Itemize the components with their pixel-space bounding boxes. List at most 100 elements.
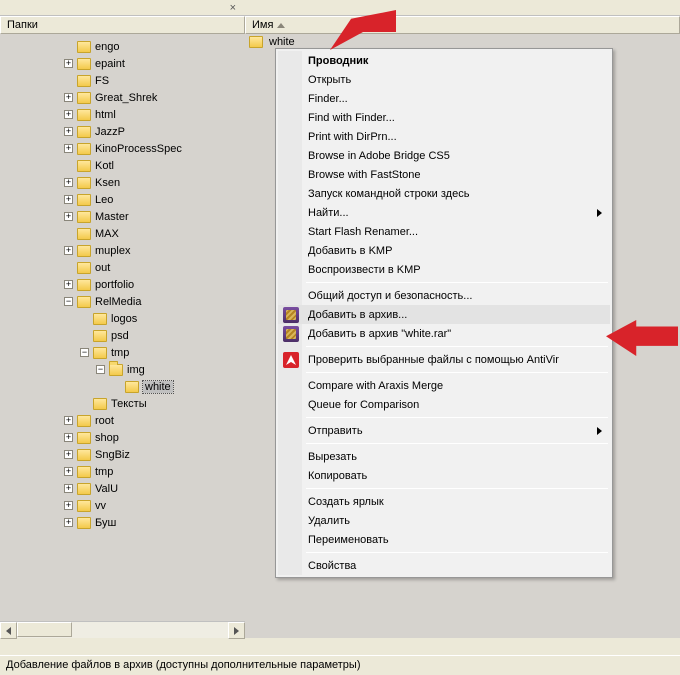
tree-item-engo[interactable]: engo bbox=[0, 38, 245, 55]
context-menu-item-найти[interactable]: Найти... bbox=[278, 203, 610, 222]
tree-item-root[interactable]: +root bbox=[0, 412, 245, 429]
context-menu-item-compare-with-araxis-merge[interactable]: Compare with Araxis Merge bbox=[278, 376, 610, 395]
tree-item-leo[interactable]: +Leo bbox=[0, 191, 245, 208]
context-menu-item-label: Копировать bbox=[308, 470, 367, 482]
tree-item-master[interactable]: +Master bbox=[0, 208, 245, 225]
scroll-left-button[interactable] bbox=[0, 622, 17, 639]
tree-item-label: Kotl bbox=[95, 160, 114, 172]
tree-item-psd[interactable]: psd bbox=[0, 327, 245, 344]
close-icon[interactable]: × bbox=[230, 2, 236, 14]
name-column-header[interactable]: Имя bbox=[245, 16, 680, 34]
tree-horizontal-scrollbar[interactable] bbox=[0, 621, 245, 638]
tree-item-relmedia[interactable]: −RelMedia bbox=[0, 293, 245, 310]
tree-item-sngbiz[interactable]: +SngBiz bbox=[0, 446, 245, 463]
tree-item-valu[interactable]: +ValU bbox=[0, 480, 245, 497]
tree-item-vv[interactable]: + vv bbox=[0, 497, 245, 514]
context-menu-item-добавить-в-архив[interactable]: Добавить в архив... bbox=[278, 305, 610, 324]
context-menu-item-print-with-dirprn[interactable]: Print with DirPrn... bbox=[278, 127, 610, 146]
folder-icon bbox=[77, 58, 91, 70]
tree-item-epaint[interactable]: + epaint bbox=[0, 55, 245, 72]
context-menu-item-label: Отправить bbox=[308, 425, 363, 437]
folder-icon bbox=[77, 279, 91, 291]
tree-item-label: MAX bbox=[95, 228, 119, 240]
context-menu-separator bbox=[306, 346, 608, 347]
context-menu-item-проводник[interactable]: Проводник bbox=[278, 51, 610, 70]
folder-icon bbox=[77, 262, 91, 274]
expand-icon[interactable]: + bbox=[64, 450, 73, 459]
collapse-icon[interactable]: − bbox=[64, 297, 73, 306]
tree-item-label: vv bbox=[95, 500, 106, 512]
expand-icon[interactable]: + bbox=[64, 467, 73, 476]
tree-item-label: out bbox=[95, 262, 110, 274]
context-menu-item-вырезать[interactable]: Вырезать bbox=[278, 447, 610, 466]
tree-item-jazzp[interactable]: +JazzP bbox=[0, 123, 245, 140]
tree-item--[interactable]: Тексты bbox=[0, 395, 245, 412]
context-menu-item-воспроизвести-в-kmp[interactable]: Воспроизвести в KMP bbox=[278, 260, 610, 279]
expand-icon[interactable]: + bbox=[64, 280, 73, 289]
tree-item-out[interactable]: out bbox=[0, 259, 245, 276]
context-menu[interactable]: ПроводникОткрытьFinder...Find with Finde… bbox=[275, 48, 613, 578]
tree-item-label: muplex bbox=[95, 245, 130, 257]
tree-item-tmp[interactable]: −tmp bbox=[0, 344, 245, 361]
tree-item-tmp[interactable]: +tmp bbox=[0, 463, 245, 480]
expand-icon[interactable]: + bbox=[64, 59, 73, 68]
expand-icon[interactable]: + bbox=[64, 93, 73, 102]
expand-icon[interactable]: + bbox=[64, 501, 73, 510]
expand-icon[interactable]: + bbox=[64, 484, 73, 493]
context-menu-item-проверить-выбранные-файлы-с-помощью-antivir[interactable]: Проверить выбранные файлы с помощью Anti… bbox=[278, 350, 610, 369]
tree-item-html[interactable]: +html bbox=[0, 106, 245, 123]
context-menu-item-queue-for-comparison[interactable]: Queue for Comparison bbox=[278, 395, 610, 414]
context-menu-item-запуск-командной-строки-здесь[interactable]: Запуск командной строки здесь bbox=[278, 184, 610, 203]
tree-item-shop[interactable]: +shop bbox=[0, 429, 245, 446]
tree-item-muplex[interactable]: + muplex bbox=[0, 242, 245, 259]
tree-item-fs[interactable]: FS bbox=[0, 72, 245, 89]
collapse-icon[interactable]: − bbox=[80, 348, 89, 357]
context-menu-item-добавить-в-kmp[interactable]: Добавить в KMP bbox=[278, 241, 610, 260]
tree-item-logos[interactable]: logos bbox=[0, 310, 245, 327]
expand-icon[interactable]: + bbox=[64, 416, 73, 425]
scroll-track[interactable] bbox=[17, 622, 228, 638]
context-menu-item-find-with-finder[interactable]: Find with Finder... bbox=[278, 108, 610, 127]
tree-item-img[interactable]: −img bbox=[0, 361, 245, 378]
expand-icon[interactable]: + bbox=[64, 127, 73, 136]
context-menu-item-добавить-в-архив-white-rar[interactable]: Добавить в архив "white.rar" bbox=[278, 324, 610, 343]
tree-item-white[interactable]: white bbox=[0, 378, 245, 395]
expand-icon[interactable]: + bbox=[64, 433, 73, 442]
folder-icon bbox=[77, 449, 91, 461]
tree-item-max[interactable]: MAX bbox=[0, 225, 245, 242]
context-menu-item-browse-in-adobe-bridge-cs5[interactable]: Browse in Adobe Bridge CS5 bbox=[278, 146, 610, 165]
folders-header[interactable]: Папки bbox=[0, 16, 245, 34]
tree-item-ksen[interactable]: +Ksen bbox=[0, 174, 245, 191]
expand-icon[interactable]: + bbox=[64, 195, 73, 204]
context-menu-item-удалить[interactable]: Удалить bbox=[278, 511, 610, 530]
context-menu-item-finder[interactable]: Finder... bbox=[278, 89, 610, 108]
expand-icon[interactable]: + bbox=[64, 518, 73, 527]
collapse-icon[interactable]: − bbox=[96, 365, 105, 374]
tree-item-kotl[interactable]: Kotl bbox=[0, 157, 245, 174]
context-menu-item-создать-ярлык[interactable]: Создать ярлык bbox=[278, 492, 610, 511]
scroll-thumb[interactable] bbox=[17, 622, 72, 637]
tree-item-portfolio[interactable]: +portfolio bbox=[0, 276, 245, 293]
context-menu-item-browse-with-faststone[interactable]: Browse with FastStone bbox=[278, 165, 610, 184]
context-menu-item-общий-доступ-и-безопасность[interactable]: Общий доступ и безопасность... bbox=[278, 286, 610, 305]
folder-tree[interactable]: engo + epaint FS+Great_Shrek+html+JazzP+Kin… bbox=[0, 34, 245, 531]
tab-strip: × bbox=[0, 0, 680, 16]
expand-icon[interactable]: + bbox=[64, 178, 73, 187]
expand-icon[interactable]: + bbox=[64, 212, 73, 221]
context-menu-item-отправить[interactable]: Отправить bbox=[278, 421, 610, 440]
context-menu-item-переименовать[interactable]: Переименовать bbox=[278, 530, 610, 549]
context-menu-item-свойства[interactable]: Свойства bbox=[278, 556, 610, 575]
expand-icon[interactable]: + bbox=[64, 246, 73, 255]
scroll-right-button[interactable] bbox=[228, 622, 245, 639]
expand-icon[interactable]: + bbox=[64, 110, 73, 119]
context-menu-item-start-flash-renamer[interactable]: Start Flash Renamer... bbox=[278, 222, 610, 241]
tree-item-great-shrek[interactable]: +Great_Shrek bbox=[0, 89, 245, 106]
context-menu-item-label: Переименовать bbox=[308, 534, 389, 546]
context-menu-item-копировать[interactable]: Копировать bbox=[278, 466, 610, 485]
expand-icon[interactable]: + bbox=[64, 144, 73, 153]
context-menu-item-label: Вырезать bbox=[308, 451, 357, 463]
tree-item--[interactable]: +Буш bbox=[0, 514, 245, 531]
tree-item-kinoprocessspec[interactable]: +KinoProcessSpec bbox=[0, 140, 245, 157]
tree-item-label: epaint bbox=[95, 58, 125, 70]
context-menu-item-открыть[interactable]: Открыть bbox=[278, 70, 610, 89]
